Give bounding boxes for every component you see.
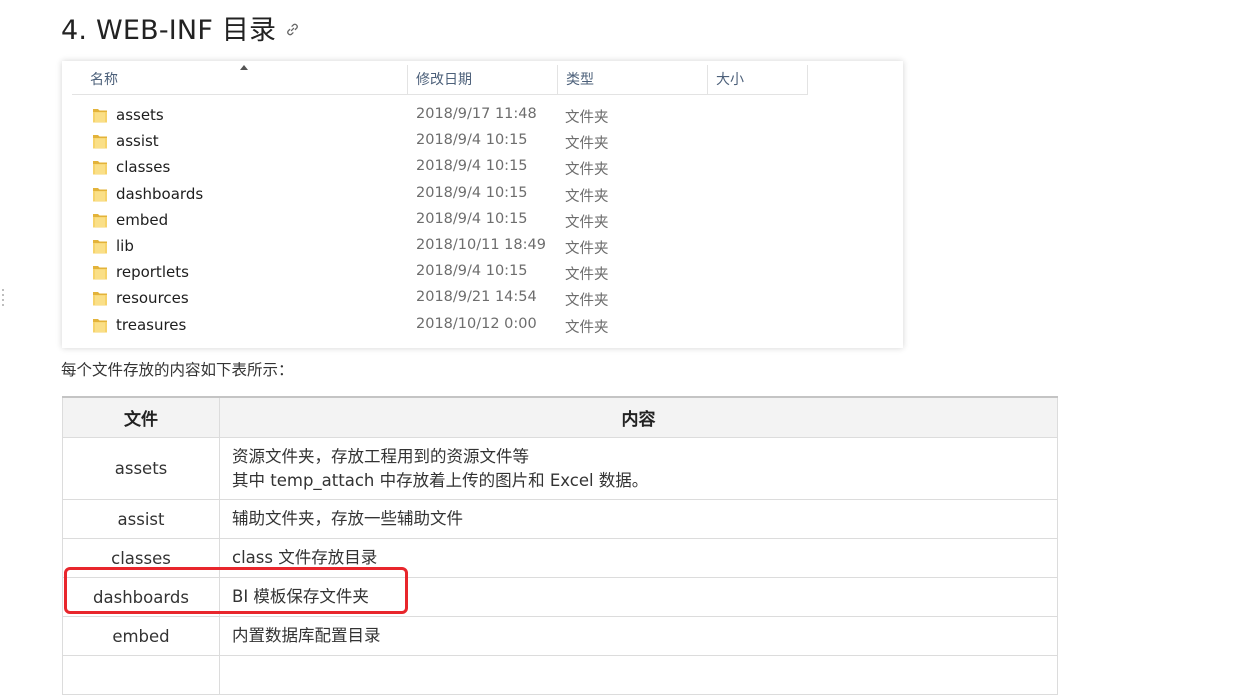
table-row: embed 内置数据库配置目录 — [62, 616, 1058, 656]
table-header-content: 内容 — [219, 396, 1058, 438]
folder-name: classes — [116, 158, 171, 177]
folder-icon — [92, 289, 108, 307]
file-explorer-screenshot: 名称 修改日期 类型 大小 assets 2018/9/17 11:48 文件夹 as… — [62, 61, 903, 348]
list-item[interactable]: resources 2018/9/21 14:54 文件夹 — [62, 286, 903, 312]
table-cell-content: 辅助文件夹，存放一些辅助文件 — [219, 499, 1058, 539]
column-header-date[interactable]: 修改日期 — [408, 65, 558, 95]
page-title: 4. WEB-INF 目录 — [61, 15, 277, 46]
folder-name: dashboards — [116, 184, 204, 203]
content-line: 资源文件夹，存放工程用到的资源文件等 — [232, 446, 529, 466]
table-row — [62, 655, 1058, 695]
table-cell-content: 内置数据库配置目录 — [219, 616, 1058, 656]
folder-date: 2018/10/11 18:49 — [416, 237, 546, 253]
folder-type: 文件夹 — [565, 293, 609, 310]
column-header-size[interactable]: 大小 — [708, 65, 808, 95]
folder-type: 文件夹 — [565, 162, 609, 179]
folder-name: assets — [116, 106, 164, 124]
table-cell-content — [219, 655, 1058, 695]
folder-type: 文件夹 — [565, 267, 609, 284]
folder-type: 文件夹 — [565, 136, 609, 153]
folder-date: 2018/9/17 11:48 — [416, 106, 537, 122]
list-item[interactable]: embed 2018/9/4 10:15 文件夹 — [62, 208, 903, 234]
folder-icon — [92, 158, 108, 176]
folder-name: lib — [116, 237, 134, 255]
folder-date: 2018/9/4 10:15 — [416, 184, 528, 201]
list-item[interactable]: classes 2018/9/4 10:15 文件夹 — [62, 155, 903, 181]
folder-date: 2018/9/4 10:15 — [416, 132, 528, 149]
folder-type: 文件夹 — [565, 188, 609, 205]
drag-handle[interactable] — [0, 289, 6, 309]
folder-type: 文件夹 — [565, 241, 609, 257]
folder-name: embed — [116, 210, 169, 229]
folder-date: 2018/9/4 10:15 — [416, 158, 528, 175]
folder-name: assist — [116, 132, 159, 151]
folder-icon — [92, 185, 108, 203]
folder-icon — [92, 316, 108, 334]
folder-type: 文件夹 — [565, 110, 609, 126]
folder-icon — [92, 263, 108, 281]
intro-text: 每个文件存放的内容如下表所示： — [61, 361, 294, 379]
table-header-file: 文件 — [62, 396, 220, 438]
folder-type: 文件夹 — [565, 214, 609, 231]
folder-name: reportlets — [116, 263, 189, 282]
folder-icon — [92, 106, 108, 124]
table-cell-file: assets — [62, 437, 220, 500]
folder-date: 2018/9/21 14:54 — [416, 289, 537, 306]
list-item[interactable]: treasures 2018/10/12 0:00 文件夹 — [62, 313, 903, 339]
table-cell-file: embed — [62, 616, 220, 656]
column-header-type[interactable]: 类型 — [558, 65, 708, 95]
folder-icon — [92, 237, 108, 255]
folder-name: treasures — [116, 315, 187, 334]
table-cell-file: assist — [62, 499, 220, 539]
list-item[interactable]: dashboards 2018/9/4 10:15 文件夹 — [62, 182, 903, 208]
folder-type: 文件夹 — [565, 319, 609, 336]
folder-name: resources — [116, 289, 189, 308]
link-icon[interactable] — [285, 22, 300, 37]
table-cell-file — [62, 655, 220, 695]
table-row: assist 辅助文件夹，存放一些辅助文件 — [62, 499, 1058, 539]
folder-date: 2018/9/4 10:15 — [416, 263, 528, 280]
column-header-name[interactable]: 名称 — [72, 65, 408, 95]
table-row: assets 资源文件夹，存放工程用到的资源文件等 其中 temp_attach… — [62, 437, 1058, 500]
folder-icon — [92, 132, 108, 150]
content-line: 其中 temp_attach 中存放着上传的图片和 Excel 数据。 — [232, 470, 649, 490]
folder-icon — [92, 211, 108, 229]
list-item[interactable]: lib 2018/10/11 18:49 文件夹 — [62, 234, 903, 260]
list-item[interactable]: assets 2018/9/17 11:48 文件夹 — [62, 103, 903, 129]
list-item[interactable]: assist 2018/9/4 10:15 文件夹 — [62, 129, 903, 155]
highlight-annotation-box — [64, 567, 408, 614]
table-cell-content: 资源文件夹，存放工程用到的资源文件等 其中 temp_attach 中存放着上传… — [219, 437, 1058, 500]
content-table: 文件 内容 assets 资源文件夹，存放工程用到的资源文件等 其中 temp_… — [62, 396, 1058, 695]
folder-date: 2018/10/12 0:00 — [416, 315, 537, 332]
list-item[interactable]: reportlets 2018/9/4 10:15 文件夹 — [62, 260, 903, 286]
folder-date: 2018/9/4 10:15 — [416, 210, 528, 227]
